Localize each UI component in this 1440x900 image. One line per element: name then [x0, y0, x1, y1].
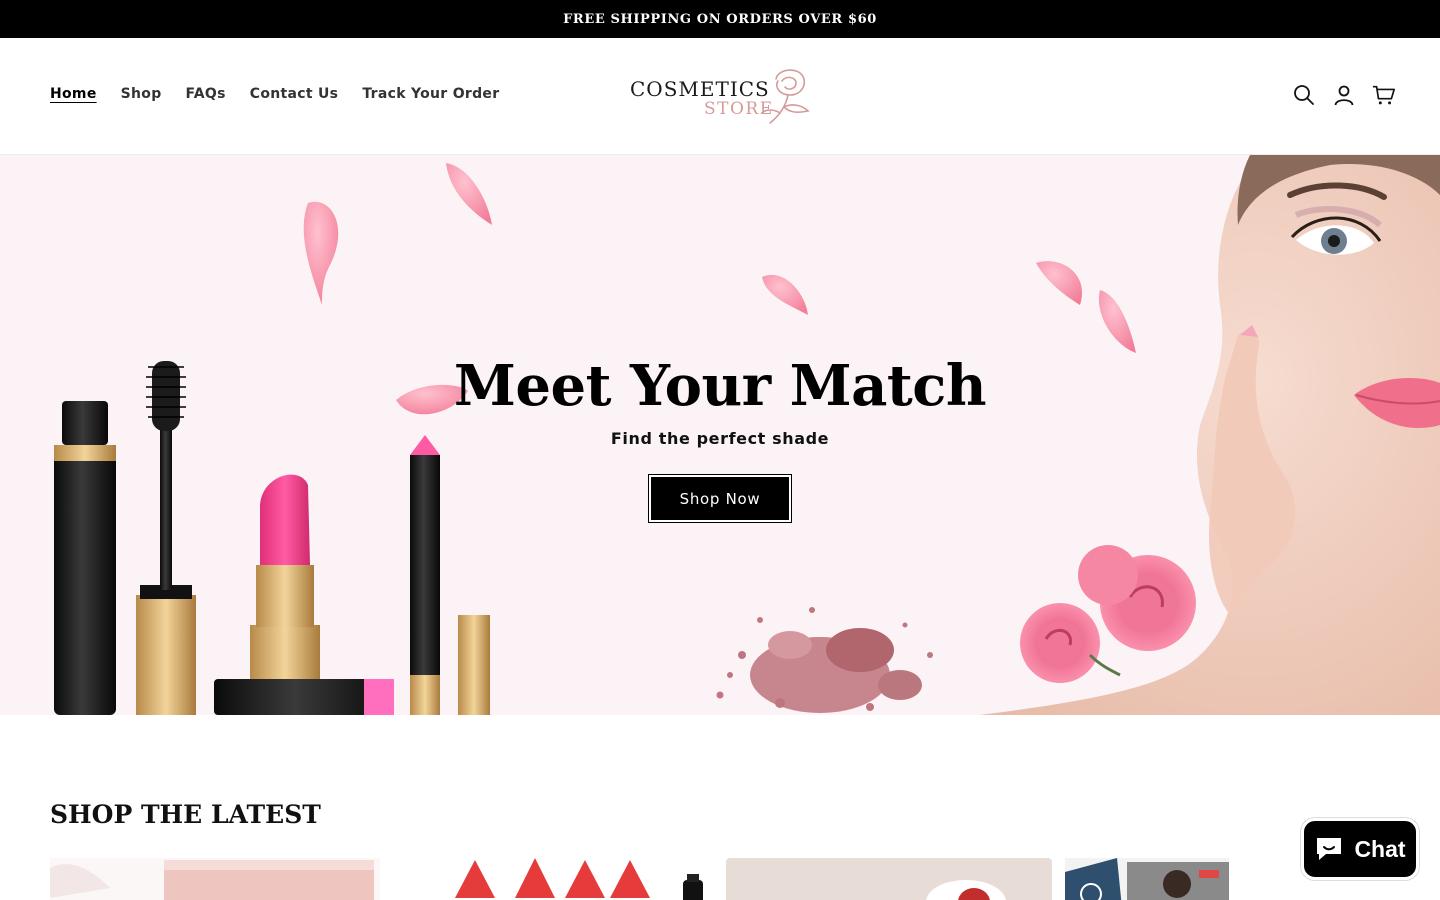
product-image — [726, 858, 1052, 900]
hero-title: Meet Your Match — [453, 353, 987, 419]
product-carousel — [50, 858, 1230, 900]
chat-bubble-icon — [1317, 838, 1342, 860]
hero-subtitle: Find the perfect shade — [610, 429, 830, 448]
announcement-bar: FREE SHIPPING ON ORDERS OVER $60 — [0, 0, 1440, 38]
cart-icon[interactable] — [1372, 83, 1396, 107]
announcement-text: FREE SHIPPING ON ORDERS OVER $60 — [563, 11, 877, 27]
search-icon[interactable] — [1292, 83, 1316, 107]
product-card[interactable] — [1065, 858, 1229, 900]
chat-button[interactable]: Chat — [1300, 817, 1420, 881]
section-title: SHOP THE LATEST — [50, 800, 321, 829]
account-icon[interactable] — [1332, 83, 1356, 107]
product-card[interactable] — [726, 858, 1052, 900]
hero-banner: Meet Your Match Find the perfect shade S… — [0, 155, 1440, 715]
logo-line-1: COSMETICS — [630, 77, 770, 101]
nav-track-order[interactable]: Track Your Order — [362, 86, 499, 102]
product-image — [395, 858, 715, 900]
store-logo[interactable]: COSMETICS STORE — [630, 65, 812, 127]
chat-label: Chat — [1354, 835, 1406, 862]
shop-now-button[interactable]: Shop Now — [648, 474, 792, 523]
nav-shop[interactable]: Shop — [121, 86, 162, 102]
nav-home[interactable]: Home — [50, 86, 97, 102]
main-nav: Home Shop FAQs Contact Us Track Your Ord… — [50, 86, 499, 102]
product-card[interactable] — [50, 858, 380, 900]
site-header: Home Shop FAQs Contact Us Track Your Ord… — [0, 38, 1440, 155]
nav-faqs[interactable]: FAQs — [186, 86, 226, 102]
rose-icon — [761, 69, 810, 124]
product-image — [1065, 858, 1229, 900]
nav-contact-us[interactable]: Contact Us — [250, 86, 339, 102]
product-card[interactable] — [395, 858, 715, 900]
header-icons — [1292, 83, 1396, 107]
product-image — [50, 858, 380, 900]
